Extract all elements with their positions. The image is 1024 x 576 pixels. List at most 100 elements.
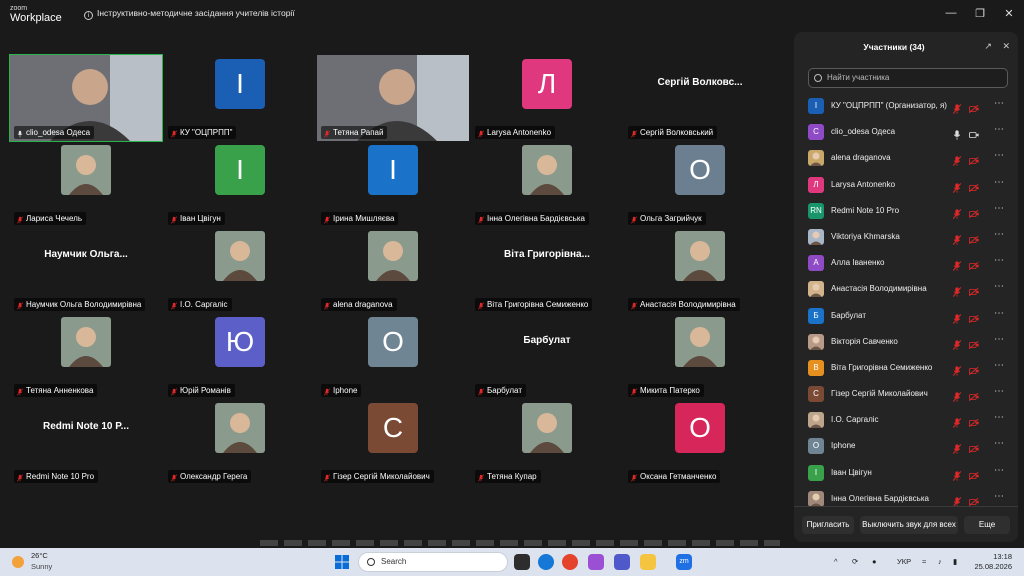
wifi-icon[interactable]: ≈	[922, 557, 926, 566]
video-tile[interactable]: Redmi Note 10 P... Redmi Note 10 Pro	[10, 399, 162, 485]
popout-icon[interactable]: ↗	[984, 41, 992, 51]
taskview-icon[interactable]	[514, 554, 530, 570]
participant-row[interactable]: Вікторія Савченко ⋯	[806, 329, 1012, 355]
video-tile[interactable]: Барбулат Барбулат	[471, 313, 623, 399]
participant-row[interactable]: І.О. Саргаліс ⋯	[806, 407, 1012, 433]
participant-row[interactable]: В Віта Григорівна Семиженко ⋯	[806, 355, 1012, 381]
video-tile[interactable]: Віта Григорівна... Віта Григорівна Семиже…	[471, 227, 623, 313]
teams-icon[interactable]	[614, 554, 630, 570]
participant-row[interactable]: А Алла Іваненко ⋯	[806, 250, 1012, 276]
video-off-icon[interactable]	[968, 232, 979, 245]
mic-muted-icon[interactable]	[952, 232, 962, 245]
more-options-icon[interactable]: ⋯	[994, 124, 1004, 135]
participant-row[interactable]: Б Барбулат ⋯	[806, 303, 1012, 329]
participant-list[interactable]: І КУ "ОЦПРПП" (Организатор, я) ⋯ Cclio_odes…	[806, 93, 1012, 506]
video-tile[interactable]: О Оксана Гетманченко	[624, 399, 776, 485]
video-off-icon[interactable]	[968, 441, 979, 454]
video-icon[interactable]	[969, 127, 979, 139]
video-off-icon[interactable]	[968, 389, 979, 402]
more-options-icon[interactable]: ⋯	[994, 255, 1004, 266]
video-off-icon[interactable]	[968, 415, 979, 428]
mute-all-button[interactable]: Выключить звук для всех	[860, 516, 958, 534]
taskbar-search-input[interactable]: Search	[358, 552, 508, 572]
video-tile[interactable]: І КУ "ОЦПРПП"	[164, 55, 316, 141]
more-options-icon[interactable]: ⋯	[994, 386, 1004, 397]
mic-icon[interactable]	[952, 127, 962, 140]
more-options-icon[interactable]: ⋯	[994, 465, 1004, 476]
more-options-icon[interactable]: ⋯	[994, 438, 1004, 449]
video-tile[interactable]: І.О. Саргаліс	[164, 227, 316, 313]
chrome-icon[interactable]	[562, 554, 578, 570]
video-off-icon[interactable]	[968, 153, 979, 166]
video-tile[interactable]: Наумчик Ольга... Наумчик Ольга Володимирі…	[10, 227, 162, 313]
video-off-icon[interactable]	[968, 284, 979, 297]
video-off-icon[interactable]	[968, 180, 979, 192]
info-icon[interactable]: i	[84, 11, 93, 20]
video-tile[interactable]: Сергій Волковс... Сергій Волковський	[624, 55, 776, 141]
mic-muted-icon[interactable]	[952, 311, 962, 324]
video-off-icon[interactable]	[968, 363, 979, 375]
mic-muted-icon[interactable]	[952, 258, 962, 272]
invite-button[interactable]: Пригласить	[802, 516, 854, 534]
mic-muted-icon[interactable]	[952, 284, 962, 298]
participant-search-input[interactable]: Найти участника	[808, 68, 1008, 88]
close-icon[interactable]: ✕	[1002, 7, 1016, 20]
video-tile[interactable]: О Iphone	[317, 313, 469, 399]
more-options-icon[interactable]: ⋯	[994, 177, 1004, 188]
meeting-info[interactable]: i Інструктивно-методичне засідання учител…	[84, 8, 295, 20]
video-off-icon[interactable]	[968, 206, 979, 218]
participant-row[interactable]: Cclio_odesa Одеса ⋯	[806, 119, 1012, 145]
video-tile[interactable]: О Ольга Загрийчук	[624, 141, 776, 227]
tray-chevron-icon[interactable]: ^	[834, 557, 838, 566]
more-options-icon[interactable]: ⋯	[994, 360, 1004, 371]
participant-row[interactable]: Інна Олегівна Бардієвська ⋯	[806, 486, 1012, 506]
copilot-icon[interactable]	[588, 554, 604, 570]
participant-row[interactable]: Анастасія Володимирівна ⋯	[806, 276, 1012, 302]
video-tile[interactable]: Л Larysa Antonenko	[471, 55, 623, 141]
mic-muted-icon[interactable]	[952, 337, 962, 350]
more-options-icon[interactable]: ⋯	[994, 491, 1004, 502]
minimize-icon[interactable]: —	[944, 7, 958, 19]
video-tile[interactable]: Тетяна Анненкова	[10, 313, 162, 399]
video-tile[interactable]: Інна Олегівна Бардієвська	[471, 141, 623, 227]
mic-muted-icon[interactable]	[952, 494, 962, 506]
video-tile[interactable]: І Ірина Мишляєва	[317, 141, 469, 227]
restore-icon[interactable]: ❐	[973, 7, 987, 20]
more-options-icon[interactable]: ⋯	[994, 308, 1004, 319]
clock[interactable]: 13:18 25.08.2026	[974, 552, 1012, 572]
video-off-icon[interactable]	[968, 101, 979, 114]
mic-muted-icon[interactable]	[952, 468, 962, 481]
video-tile[interactable]: Анастасія Володимирівна	[624, 227, 776, 313]
video-off-icon[interactable]	[968, 311, 979, 323]
participant-row[interactable]: Viktoriya Khmarska ⋯	[806, 224, 1012, 250]
participant-row[interactable]: С Гізер Сергій Миколайович ⋯	[806, 381, 1012, 407]
battery-icon[interactable]: ▮	[953, 557, 957, 566]
video-off-icon[interactable]	[968, 258, 979, 271]
video-tile[interactable]: С Гізер Сергій Миколайович	[317, 399, 469, 485]
video-tile[interactable]: Ю Юрій Романів	[164, 313, 316, 399]
more-options-icon[interactable]: ⋯	[994, 281, 1004, 292]
mic-muted-icon[interactable]	[952, 363, 962, 376]
edge-icon[interactable]	[538, 554, 554, 570]
more-options-icon[interactable]: ⋯	[994, 334, 1004, 345]
participant-row[interactable]: І Іван Цвігун ⋯	[806, 460, 1012, 486]
more-options-icon[interactable]: ⋯	[994, 412, 1004, 423]
more-options-icon[interactable]: ⋯	[994, 98, 1004, 109]
video-tile[interactable]: Тетяна Рапай	[317, 55, 469, 141]
video-tile[interactable]: alena draganova	[317, 227, 469, 313]
mic-muted-icon[interactable]	[952, 389, 962, 402]
video-off-icon[interactable]	[968, 494, 979, 506]
participant-row[interactable]: І КУ "ОЦПРПП" (Организатор, я) ⋯	[806, 93, 1012, 119]
mic-muted-icon[interactable]	[952, 153, 962, 167]
video-tile[interactable]: clio_odesa Одеса	[9, 54, 163, 142]
mic-muted-icon[interactable]	[952, 101, 962, 114]
mic-muted-icon[interactable]	[952, 415, 962, 429]
language-indicator[interactable]: УКР	[897, 557, 911, 566]
mic-muted-icon[interactable]	[952, 180, 962, 193]
video-off-icon[interactable]	[968, 468, 979, 480]
mic-tray-icon[interactable]: ●	[872, 557, 877, 566]
video-tile[interactable]: Микита Патерко	[624, 313, 776, 399]
close-panel-icon[interactable]: ✕	[1002, 41, 1010, 51]
mic-muted-icon[interactable]	[952, 441, 962, 455]
video-tile[interactable]: Тетяна Купар	[471, 399, 623, 485]
